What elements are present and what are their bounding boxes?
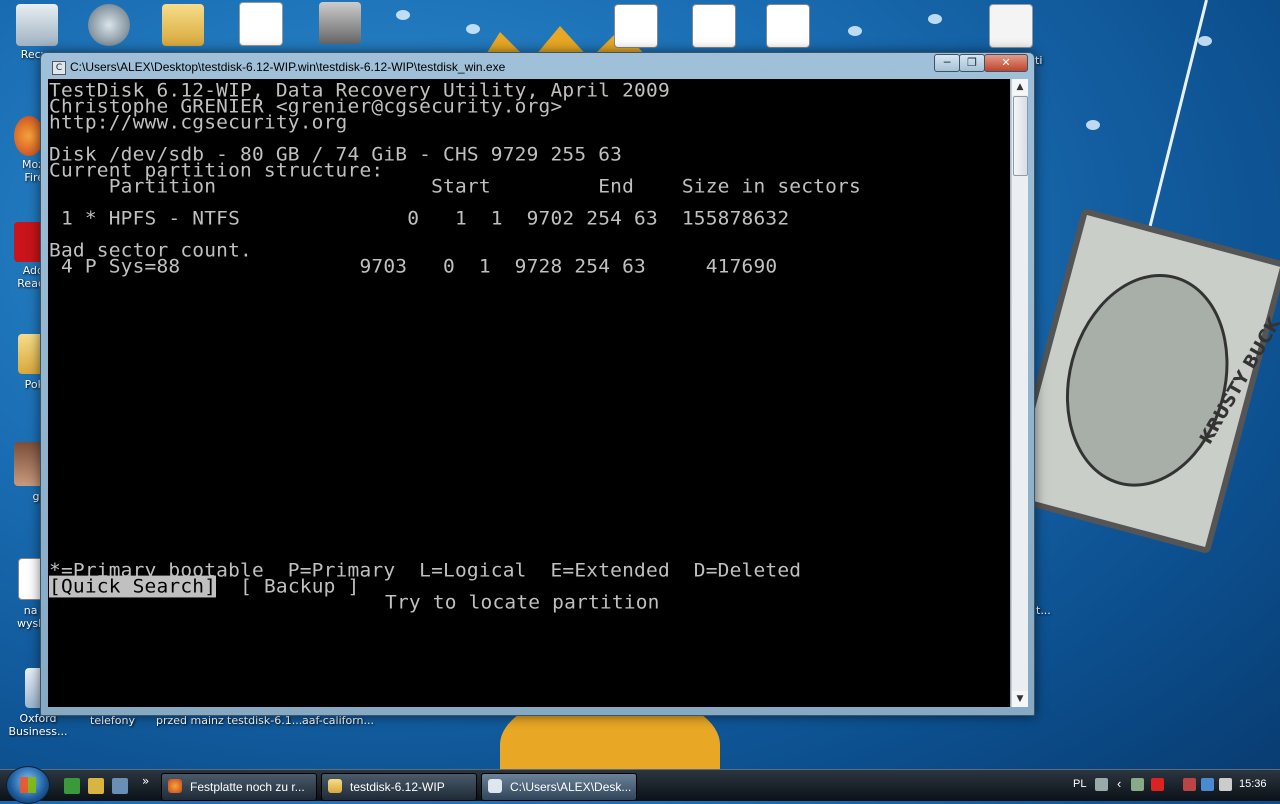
minimize-button[interactable]: ─: [934, 54, 960, 72]
bubble: [396, 10, 410, 20]
maximize-button[interactable]: ❐: [959, 54, 985, 72]
desktop-icon-installer[interactable]: [305, 2, 375, 46]
console-app-icon: C: [52, 61, 66, 75]
folder-icon: [162, 4, 204, 46]
desktop-icon-label: Add Reac: [17, 264, 44, 290]
desktop-icon-label: ti: [1035, 54, 1043, 67]
quicklaunch-overflow-icon[interactable]: »: [142, 774, 149, 788]
desktop-icon-excel-1[interactable]: [679, 4, 749, 50]
installer-icon: [319, 2, 361, 44]
language-indicator[interactable]: PL: [1073, 778, 1086, 790]
tray-app-icon[interactable]: [1131, 778, 1144, 791]
desktop-icon-word[interactable]: [601, 4, 671, 50]
partition-table-header: Partition Start End Size in sectors: [49, 175, 861, 198]
taskbar-button-folder[interactable]: testdisk-6.12-WIP: [321, 773, 477, 801]
console-output[interactable]: TestDisk 6.12-WIP, Data Recovery Utility…: [48, 79, 1010, 707]
excel-icon: [692, 4, 736, 48]
bubble: [848, 26, 862, 36]
scroll-thumb[interactable]: [1013, 96, 1028, 176]
vertical-scrollbar[interactable]: ▲ ▼: [1011, 79, 1028, 707]
window-title: C:\Users\ALEX\Desktop\testdisk-6.12-WIP.…: [70, 60, 506, 74]
desktop-icon-photo[interactable]: gr: [0, 442, 44, 503]
taskbar-button-firefox[interactable]: Festplatte noch zu r...: [161, 773, 317, 801]
desktop-icon-label: Pok: [24, 378, 44, 391]
start-button[interactable]: [6, 766, 50, 804]
desktop-icon-folder[interactable]: [148, 4, 218, 48]
desktop-icon-label: Moz Fire: [22, 158, 44, 184]
desktop-icon-adobe-reader[interactable]: Add Reac: [0, 222, 44, 290]
desktop-icon-excel-2[interactable]: [753, 4, 823, 50]
scroll-up-arrow-icon[interactable]: ▲: [1012, 79, 1028, 95]
word-doc-icon: [614, 4, 658, 48]
desktop-icon-label: gr: [32, 490, 44, 503]
taskbar-button-label: Festplatte noch zu r...: [190, 780, 305, 794]
app-shortcut-icon: [88, 4, 130, 46]
tray-expand-icon[interactable]: ‹: [1117, 776, 1121, 791]
desktop-icon-pdf[interactable]: [226, 2, 296, 48]
bill-portrait: [1042, 255, 1252, 506]
partition-row: 4 P Sys=88 9703 0 1 9728 254 63 417690: [49, 255, 778, 278]
console-window[interactable]: C C:\Users\ALEX\Desktop\testdisk-6.12-WI…: [40, 52, 1035, 716]
keyboard-icon[interactable]: [1095, 778, 1108, 791]
taskbar-button-label: C:\Users\ALEX\Desk...: [510, 780, 632, 794]
menu-hint: Try to locate partition: [385, 591, 660, 614]
recycle-bin-icon: [16, 4, 58, 46]
bubble: [928, 14, 942, 24]
desktop-icon-shortcut[interactable]: [74, 4, 144, 48]
quicklaunch-icon[interactable]: [64, 778, 80, 794]
desktop-icon-firefox[interactable]: Moz Fire: [0, 116, 44, 184]
taskbar-button-console[interactable]: C:\Users\ALEX\Desk...: [481, 773, 637, 801]
console-app-icon: [488, 779, 502, 793]
firefox-icon: [168, 779, 182, 793]
bubble: [466, 24, 480, 34]
menu-bar: [Quick Search] [ Backup ]: [49, 575, 359, 598]
window-titlebar[interactable]: C C:\Users\ALEX\Desktop\testdisk-6.12-WI…: [41, 53, 1034, 79]
quicklaunch-icon[interactable]: [88, 778, 104, 794]
folder-icon: [328, 779, 342, 793]
wallpaper-dollar-bill: KRUSTY BUCK: [1004, 207, 1280, 555]
taskbar-button-label: testdisk-6.12-WIP: [350, 780, 445, 794]
desktop-icon-text-file[interactable]: [976, 4, 1046, 50]
menu-spacer: [216, 576, 240, 598]
windows-logo-icon: [20, 777, 36, 793]
text-file-icon: [989, 4, 1033, 48]
taskbar: » Festplatte noch zu r... testdisk-6.12-…: [0, 766, 1280, 804]
partition-row: 1 * HPFS - NTFS 0 1 1 9702 254 63 155878…: [49, 207, 790, 230]
desktop-icon-folder-pok[interactable]: Pok: [0, 334, 44, 391]
show-desktop-icon[interactable]: [112, 778, 128, 794]
scroll-down-arrow-icon[interactable]: ▼: [1012, 691, 1028, 707]
network-icon[interactable]: [1201, 778, 1214, 791]
console-url-line: http://www.cgsecurity.org: [49, 111, 348, 134]
tray-app-icon[interactable]: [1183, 778, 1196, 791]
quick-search-menu-item[interactable]: [Quick Search]: [49, 575, 217, 598]
desktop-icon-label: t...: [1036, 604, 1051, 617]
bubble: [1086, 120, 1100, 130]
antivirus-icon[interactable]: [1151, 778, 1164, 791]
close-button[interactable]: ✕: [984, 54, 1028, 72]
excel-icon: [766, 4, 810, 48]
clock[interactable]: 15:36: [1239, 778, 1267, 790]
bubble: [1198, 36, 1212, 46]
backup-menu-item[interactable]: [ Backup ]: [240, 576, 359, 598]
pdf-icon: [239, 2, 283, 46]
volume-icon[interactable]: [1219, 778, 1232, 791]
